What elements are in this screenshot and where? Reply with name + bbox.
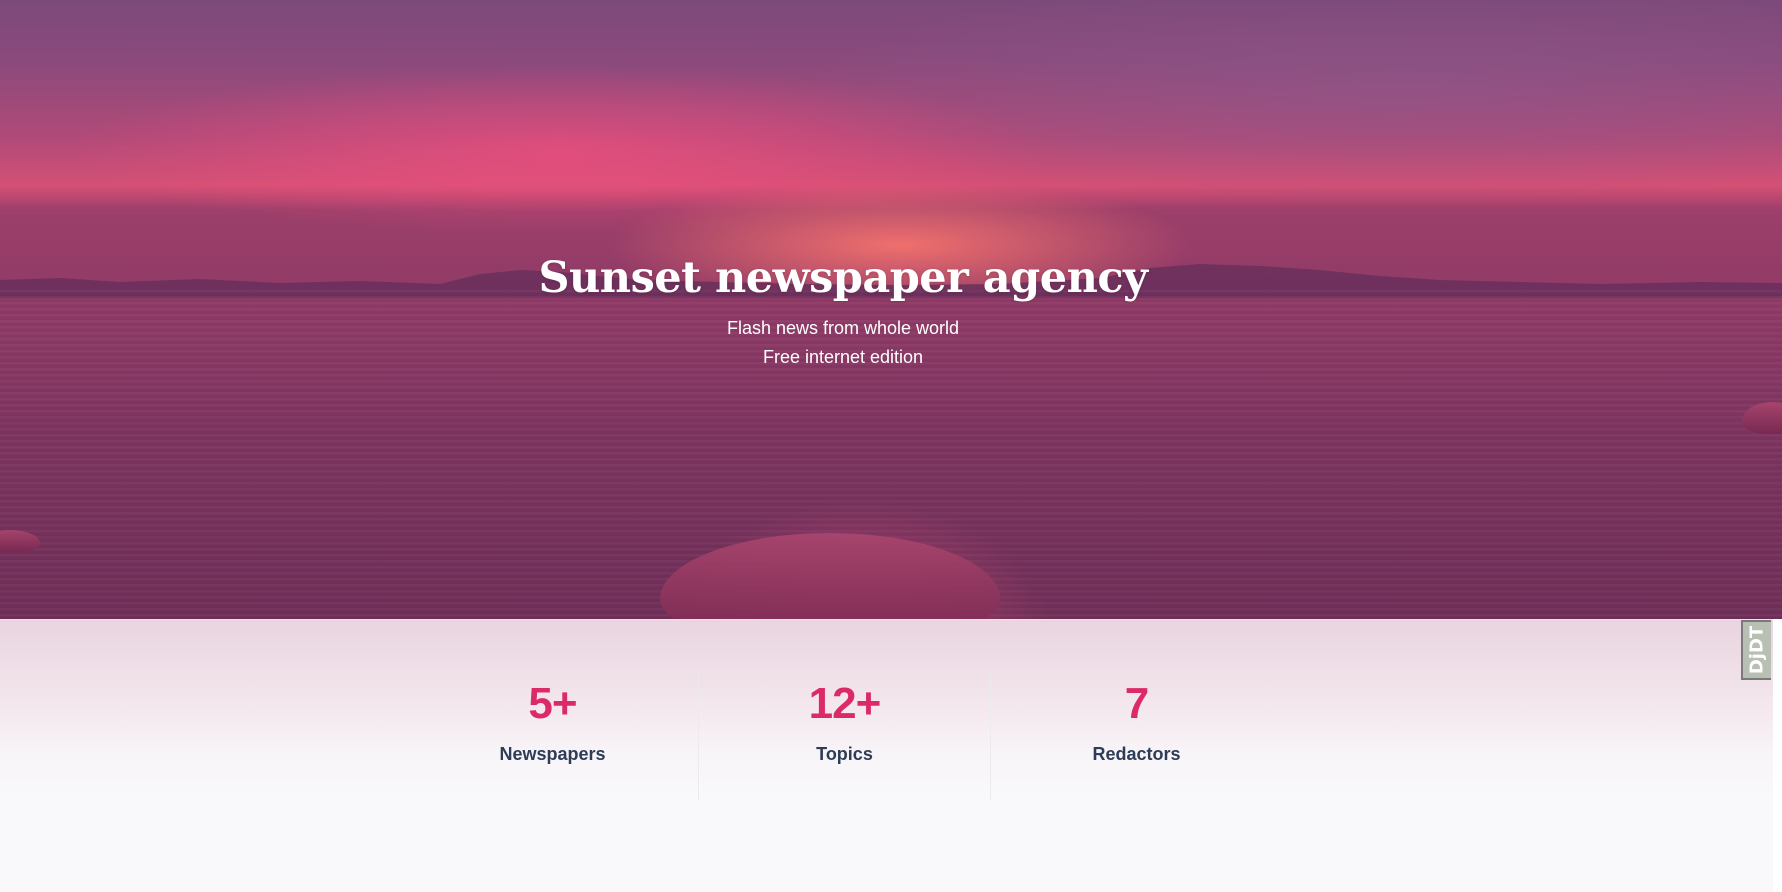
stat-newspapers: 5+ Newspapers <box>407 676 699 801</box>
stats-section: 5+ Newspapers 12+ Topics 7 Redactors <box>0 619 1773 892</box>
stat-label: Redactors <box>1092 744 1181 764</box>
hero-title: Sunset newspaper agency <box>538 253 1148 303</box>
stat-topics: 12+ Topics <box>699 676 991 801</box>
stat-value: 12+ <box>808 679 882 728</box>
debug-toolbar-label: DjDT <box>1746 625 1768 675</box>
stat-label: Topics <box>816 744 873 764</box>
stat-label: Newspapers <box>499 744 606 764</box>
scrollbar-track[interactable] <box>1773 619 1782 892</box>
stat-redactors: 7 Redactors <box>991 676 1282 801</box>
hero-subtitle-line-1: Flash news from whole world <box>726 318 960 338</box>
stat-value: 5+ <box>528 679 577 728</box>
debug-toolbar-handle[interactable]: DjDT <box>1741 620 1771 680</box>
page: Sunset newspaper agency Flash news from … <box>0 0 1782 892</box>
stat-value: 7 <box>1124 679 1149 728</box>
stats-row: 5+ Newspapers 12+ Topics 7 Redactors <box>407 676 1282 801</box>
hero-content: Sunset newspaper agency Flash news from … <box>0 250 1686 372</box>
hero-background-image <box>0 0 1782 290</box>
hero-subtitle-line-2: Free internet edition <box>762 347 924 367</box>
hero-section: Sunset newspaper agency Flash news from … <box>0 0 1782 619</box>
